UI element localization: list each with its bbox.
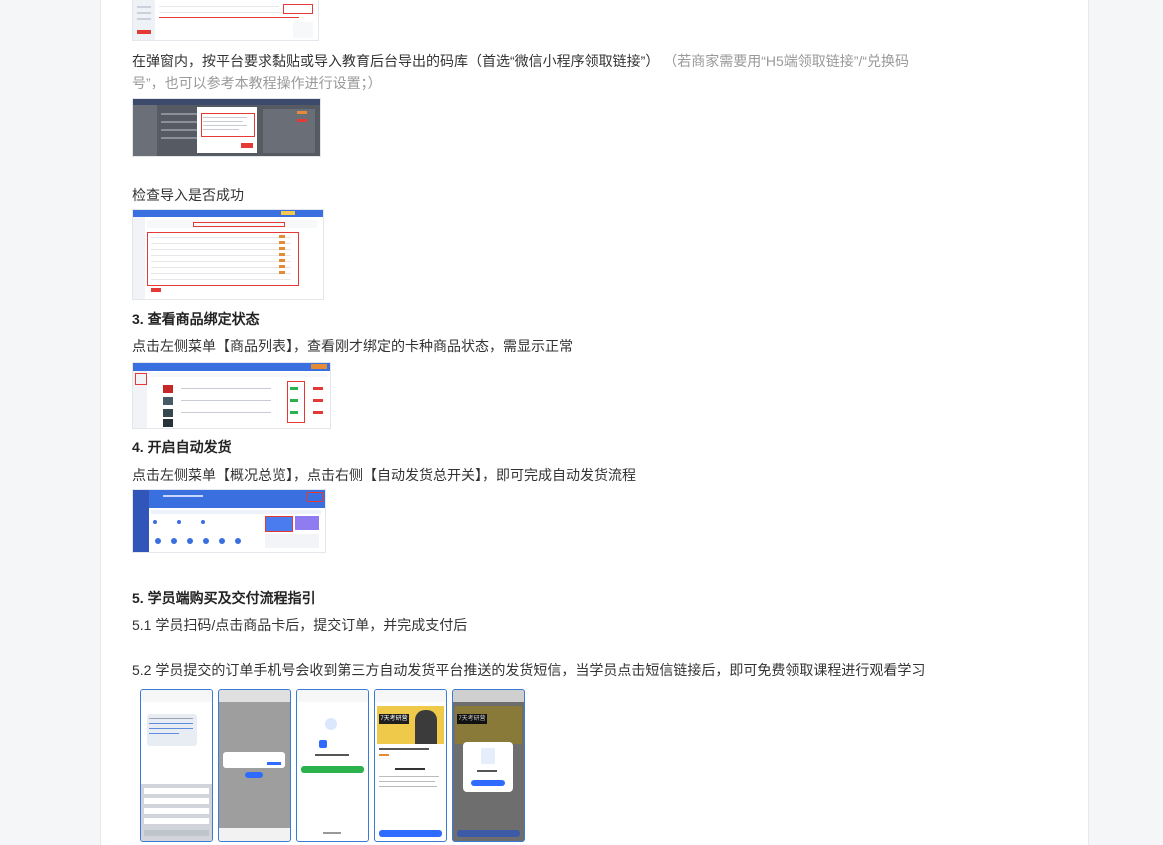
phone-screenshot-browser-dialog xyxy=(218,689,291,842)
screenshot-product-list xyxy=(132,362,331,429)
phone-screenshot-receive-success: 7天考研营 xyxy=(452,689,525,842)
section-4-heading: 4. 开启自动发货 xyxy=(132,439,232,455)
course-banner-title: 7天考研营 xyxy=(379,714,409,724)
section-3-heading: 3. 查看商品绑定状态 xyxy=(132,311,260,327)
section-4-body: 点击左侧菜单【概况总览】，点击右侧【自动发货总开关】，即可完成自动发货流程 xyxy=(132,467,636,483)
popup-instruction-text: 在弹窗内，按平台要求黏贴或导入教育后台导出的码库（首选“微信小程序领取链接”） xyxy=(132,53,660,69)
section-5-step-1: 5.1 学员扫码/点击商品卡后，提交订单，并完成支付后 xyxy=(132,617,468,633)
screenshot-import-list xyxy=(132,209,324,300)
screenshot-overview xyxy=(132,489,326,553)
article-page: 在弹窗内，按平台要求黏贴或导入教育后台导出的码库（首选“微信小程序领取链接”） … xyxy=(100,0,1089,845)
screenshot-import-dialog-top xyxy=(132,0,319,41)
popup-instruction-note-continued: 号”，也可以参考本教程操作进行设置；） xyxy=(132,75,382,91)
section-5-heading: 5. 学员端购买及交付流程指引 xyxy=(132,590,316,606)
screenshot-import-dialog xyxy=(132,98,321,157)
course-banner-title-dimmed: 7天考研营 xyxy=(457,714,487,724)
section-3-body: 点击左侧菜单【商品列表】，查看刚才绑定的卡种商品状态，需显示正常 xyxy=(132,338,573,354)
section-5-step-2: 5.2 学员提交的订单手机号会收到第三方自动发货平台推送的发货短信，当学员点击短… xyxy=(132,662,926,678)
phone-screenshot-sms xyxy=(140,689,213,842)
check-import-text: 检查导入是否成功 xyxy=(132,187,244,203)
phone-screenshot-open-miniprogram xyxy=(296,689,369,842)
popup-instruction-note: （若商家需要用“H5端领取链接”/“兑换码 xyxy=(663,53,909,69)
phone-screenshot-course-page: 7天考研营 xyxy=(374,689,447,842)
